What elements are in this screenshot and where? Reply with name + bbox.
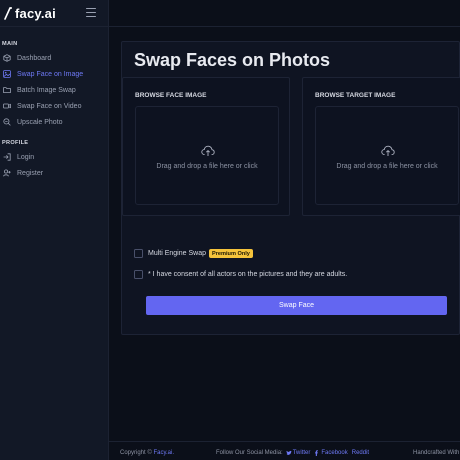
main-section-label: MAIN xyxy=(2,41,18,47)
footer-copyright: Copyright © Facy.ai. xyxy=(120,450,174,456)
cloud-upload-icon xyxy=(201,145,215,156)
reddit-link[interactable]: Reddit xyxy=(352,450,369,456)
cube-icon xyxy=(3,54,11,62)
brand-link[interactable]: Facy.ai. xyxy=(153,450,174,456)
consent-option: * I have consent of all actors on the pi… xyxy=(134,270,347,279)
wand-logo-icon xyxy=(4,7,12,20)
sidebar-item-label: Swap Face on Video xyxy=(17,102,82,110)
twitter-icon xyxy=(286,450,292,455)
sidebar-item-batch-image-swap[interactable]: Batch Image Swap xyxy=(0,82,109,98)
sidebar-item-swap-face-on-image[interactable]: Swap Face on Image xyxy=(0,66,109,82)
face-dropzone[interactable]: Drag and drop a file here or click xyxy=(135,106,279,205)
sidebar-item-label: Register xyxy=(17,169,44,177)
social-label: Follow Our Social Media: xyxy=(216,450,283,456)
footer: Copyright © Facy.ai. Follow Our Social M… xyxy=(109,441,460,460)
sidebar-item-login[interactable]: Login xyxy=(0,149,109,165)
sidebar: facy.ai MAIN Dashboard Swap Face on Imag… xyxy=(0,0,109,460)
target-dropzone[interactable]: Drag and drop a file here or click xyxy=(315,106,459,205)
image-icon xyxy=(3,70,11,78)
login-icon xyxy=(3,153,11,161)
swap-face-button[interactable]: Swap Face xyxy=(146,296,447,315)
menu-toggle-icon[interactable] xyxy=(86,8,96,17)
sidebar-item-label: Login xyxy=(17,153,35,161)
folder-icon xyxy=(3,86,11,94)
target-upload-panel: BROWSE TARGET IMAGE Drag and drop a file… xyxy=(302,77,460,216)
video-icon xyxy=(3,102,11,110)
multi-engine-option: Multi Engine Swap Premium Only xyxy=(134,249,253,258)
consent-checkbox[interactable] xyxy=(134,270,143,279)
sidebar-item-label: Batch Image Swap xyxy=(17,86,76,94)
footer-handcrafted: Handcrafted With xyxy=(413,450,460,456)
footer-social: Follow Our Social Media: Twitter Faceboo… xyxy=(216,450,369,456)
sidebar-item-label: Upscale Photo xyxy=(17,118,63,126)
sidebar-item-register[interactable]: Register xyxy=(0,165,109,181)
swap-card: Swap Faces on Photos BROWSE FACE IMAGE D… xyxy=(121,41,460,335)
sidebar-item-label: Dashboard xyxy=(17,54,52,62)
sidebar-item-label: Swap Face on Image xyxy=(17,70,84,78)
facebook-link[interactable]: Facebook xyxy=(321,450,347,456)
facebook-icon xyxy=(315,450,319,456)
user-plus-icon xyxy=(3,169,11,177)
premium-badge: Premium Only xyxy=(208,249,253,258)
twitter-link[interactable]: Twitter xyxy=(293,450,311,456)
consent-label: * I have consent of all actors on the pi… xyxy=(148,271,348,278)
face-dropzone-text: Drag and drop a file here or click xyxy=(156,163,258,170)
brand-name: facy.ai xyxy=(15,5,56,21)
sidebar-item-dashboard[interactable]: Dashboard xyxy=(0,50,109,66)
face-upload-panel: BROWSE FACE IMAGE Drag and drop a file h… xyxy=(122,77,290,216)
cloud-upload-icon xyxy=(381,145,395,156)
profile-section-label: PROFILE xyxy=(2,140,29,146)
multi-engine-label: Multi Engine Swap xyxy=(148,250,206,257)
zoom-icon xyxy=(3,118,11,126)
multi-engine-checkbox[interactable] xyxy=(134,249,143,258)
face-upload-label: BROWSE FACE IMAGE xyxy=(135,92,207,99)
sidebar-item-upscale-photo[interactable]: Upscale Photo xyxy=(0,114,109,130)
copyright-text: Copyright © xyxy=(120,450,152,456)
target-upload-label: BROWSE TARGET IMAGE xyxy=(315,92,396,99)
page-title: Swap Faces on Photos xyxy=(134,50,331,70)
sidebar-item-swap-face-on-video[interactable]: Swap Face on Video xyxy=(0,98,109,114)
target-dropzone-text: Drag and drop a file here or click xyxy=(336,163,438,170)
top-bar xyxy=(109,0,460,27)
